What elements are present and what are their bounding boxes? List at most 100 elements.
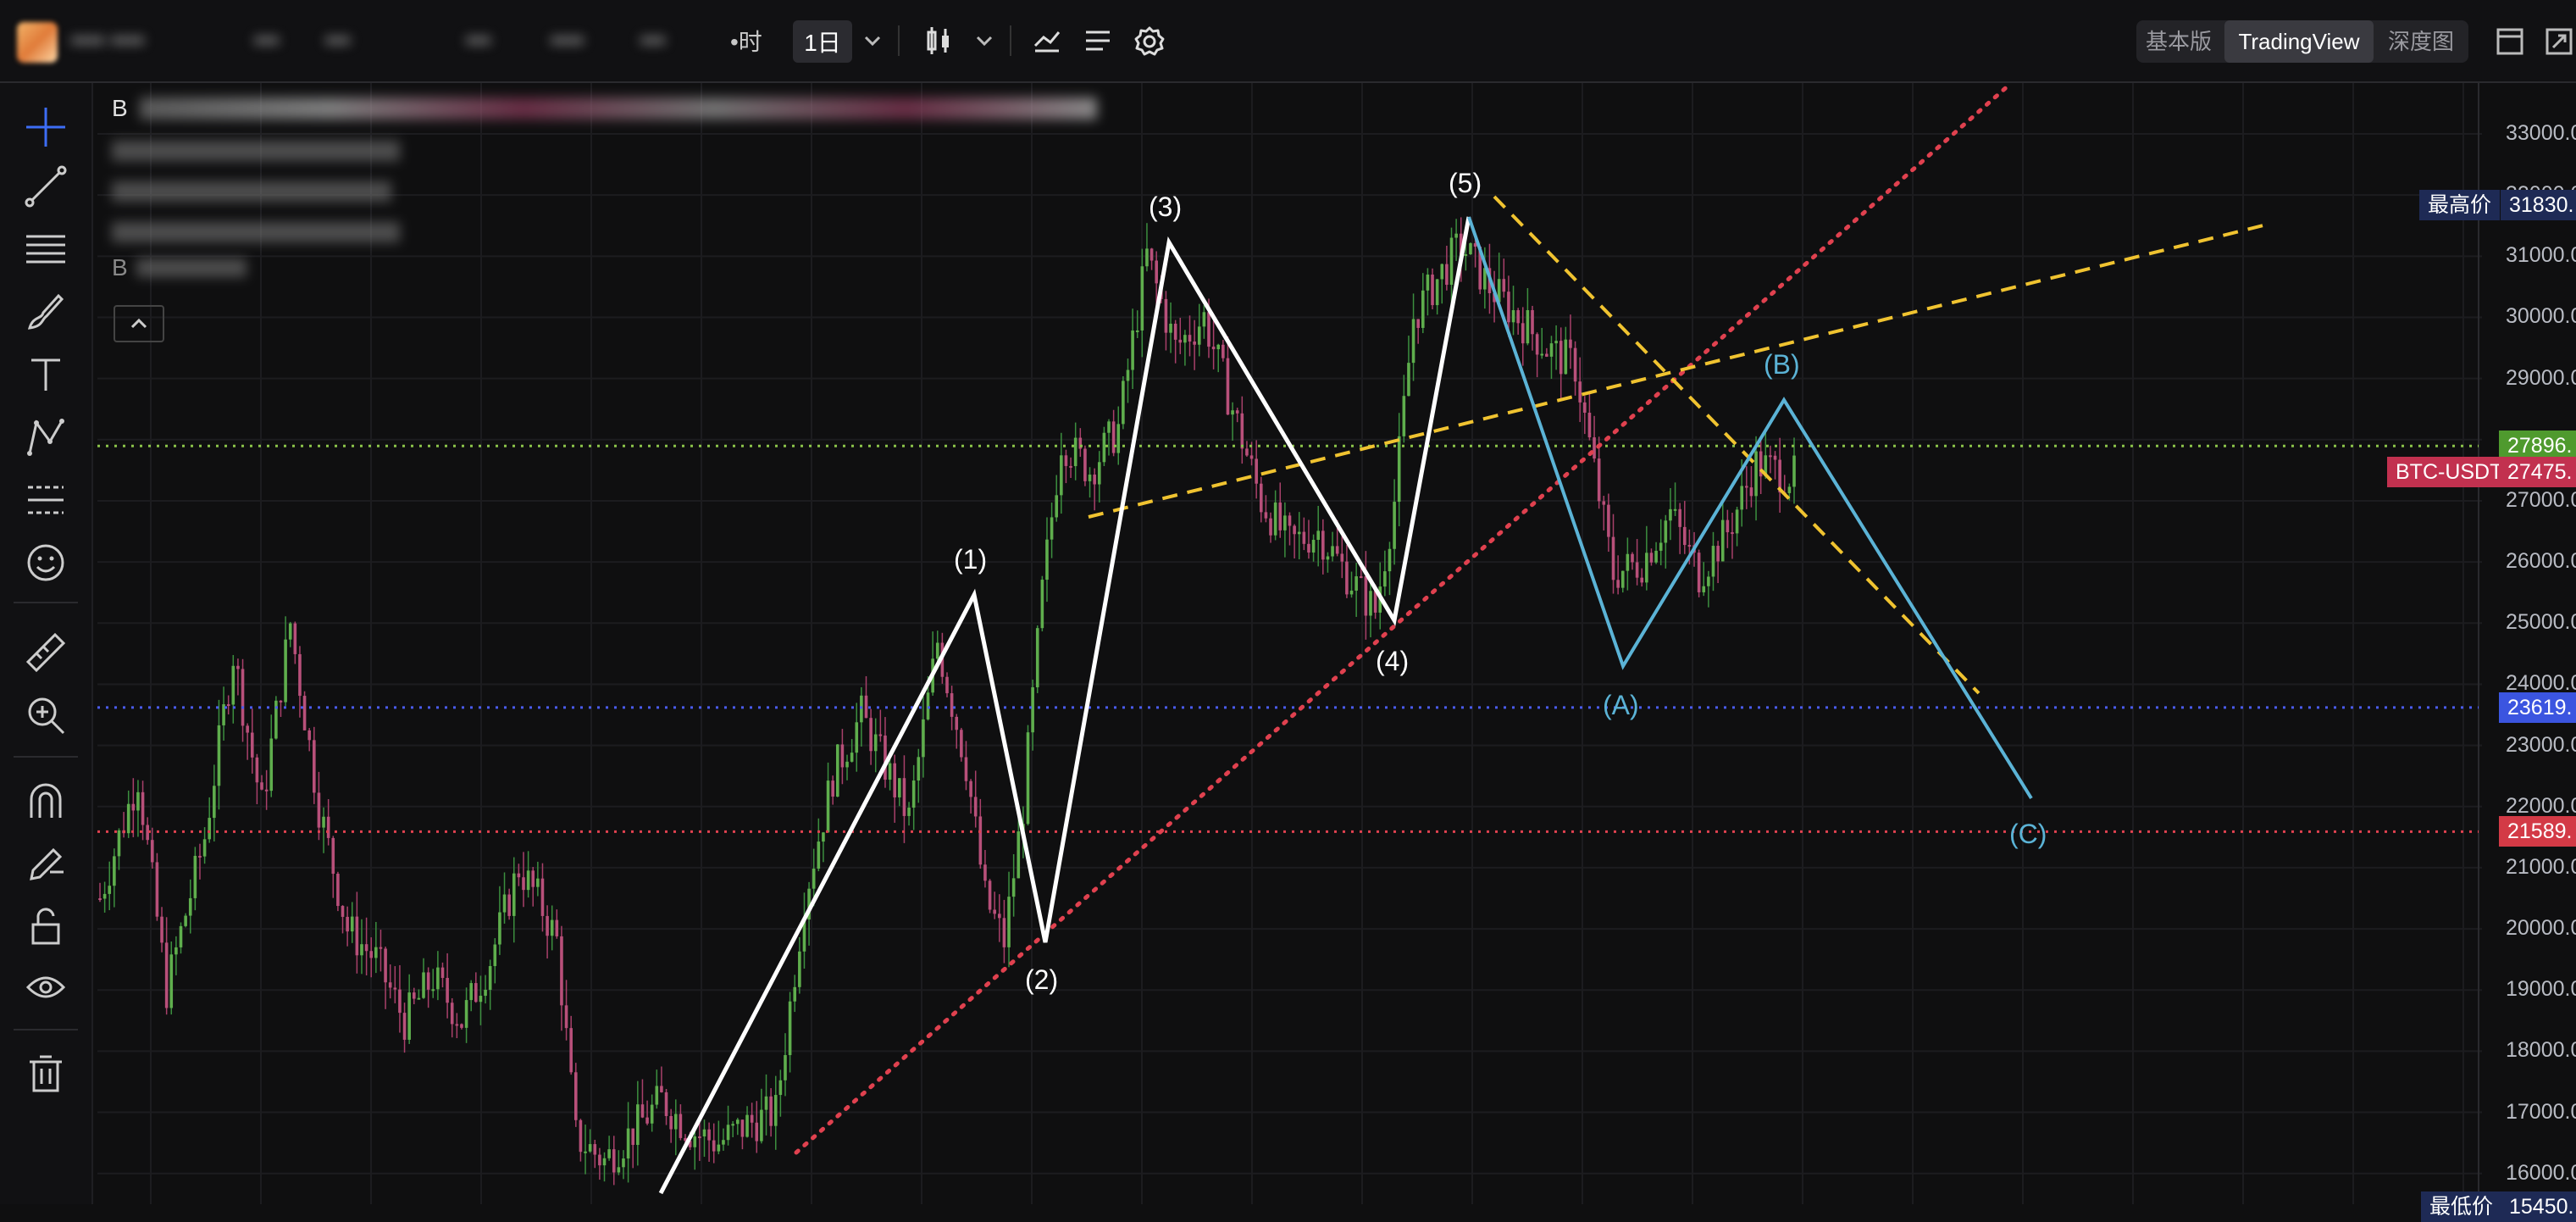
candle-body [1711,546,1715,577]
candle-body [1235,410,1239,414]
candle-body [973,797,978,817]
candle-body [175,947,178,955]
candle-body [1302,531,1306,544]
chevron-down-icon[interactable] [974,32,994,49]
price-axis-label: 25000.0 [2506,610,2576,635]
candle-body [1583,402,1587,413]
candle-body [355,916,359,956]
candle-body [1573,347,1577,382]
fullscreen-icon[interactable] [2545,27,2573,56]
candle-body [464,1000,468,1028]
candle-body [1587,412,1592,438]
timeframe-button[interactable]: 1日 [793,20,852,63]
candle-body [160,916,163,943]
legend-row-initial: B [112,254,128,281]
list-settings-icon[interactable] [1083,25,1113,56]
candle-body [822,832,825,842]
view-depth[interactable]: 深度图 [2377,20,2465,63]
candle-body [169,954,174,1008]
candle-body [1773,455,1777,460]
view-basic[interactable]: 基本版 [2136,20,2221,63]
symbol-name[interactable]: •••• •••• [71,17,207,64]
candle-body [1549,343,1554,357]
candle-body [1207,312,1210,347]
candle-body [417,997,421,1000]
candle-body [1088,475,1092,481]
chevron-down-icon[interactable] [862,32,883,49]
candle-body [202,839,207,857]
candle-body [1273,502,1277,536]
candle-body [950,693,954,717]
candle-body [1259,483,1263,513]
candle-body [131,803,136,811]
candle-body [1578,381,1582,403]
legend-row-blurred [112,222,400,242]
candle-body [612,1149,616,1173]
toolbar-item-4[interactable]: •••• [551,17,584,64]
candle-body [593,1144,597,1155]
candle-body [484,989,487,997]
toolbar-item-2[interactable]: ••• [325,17,350,64]
candle-body [1687,545,1692,547]
candle-body [1564,339,1568,375]
layout-icon[interactable] [2496,27,2524,56]
candle-body [598,1154,601,1166]
candle-body [1545,353,1548,357]
candle-body [1255,458,1258,484]
pair-logo-icon[interactable] [17,22,58,63]
candle-body [864,695,868,719]
candle-body [726,1125,730,1141]
candle-body [812,869,816,889]
price-axis-label: 33000.0 [2506,121,2576,145]
candle-body [364,944,368,952]
candle-body [1602,501,1606,505]
candlestick-icon[interactable] [923,25,954,56]
indicator-icon[interactable] [1032,25,1062,56]
candle-body [536,878,540,887]
candle-body [1735,509,1739,534]
candle-body [898,778,901,797]
candle-body [540,878,545,916]
candle-body [350,916,354,932]
toolbar-divider [1010,25,1011,56]
candle-body [1707,576,1710,586]
candle-body [1145,248,1149,267]
candle-body [1649,553,1654,563]
toolbar-item-1[interactable]: ••• [254,17,279,64]
toolbar-item-5[interactable]: ••• [640,17,665,64]
candle-body [550,919,554,936]
candle-body [507,894,511,916]
candle-body [1340,553,1344,562]
candle-body [626,1128,630,1159]
candle-body [1311,540,1316,553]
candle-body [1135,330,1139,332]
view-tradingview[interactable]: TradingView [2224,20,2374,63]
candle-body [664,1091,668,1117]
candle-body [693,1136,697,1147]
candle-body [1393,502,1396,549]
candle-body [873,734,878,752]
candle-body [622,1158,625,1168]
candle-body [217,725,221,786]
candle-body [636,1104,640,1146]
candle-body [1222,344,1225,358]
candle-body [579,1119,583,1153]
candle-body [560,936,563,1006]
candle-body [193,855,197,898]
toolbar-item-6[interactable]: •时 [730,17,762,64]
candle-body [1554,341,1558,344]
candle-body [983,864,987,881]
legend-collapse-button[interactable] [114,305,164,342]
toolbar-item-3[interactable]: ••• [466,17,490,64]
price-axis-label: 30000.0 [2506,304,2576,329]
candle-body [698,1136,701,1139]
candle-body [288,623,292,640]
candle-body [1249,455,1254,459]
candle-body [660,1086,663,1092]
gear-icon[interactable] [1133,25,1166,58]
wave-label-impulse: (1) [954,544,988,575]
candle-body [717,1144,721,1152]
candle-body [1231,410,1234,415]
candle-body [1331,546,1334,557]
candle-body [1197,326,1201,345]
